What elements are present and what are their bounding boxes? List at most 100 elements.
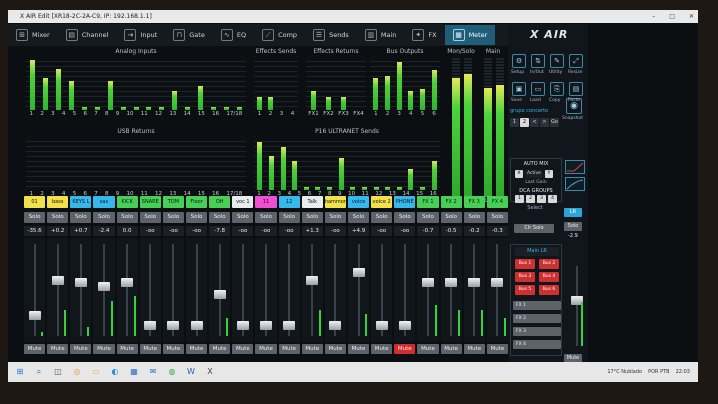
fx-send-4[interactable]: FX 4 [513,340,561,349]
windows-icon[interactable]: ⊞ [13,365,27,379]
channel-name-19[interactable]: FX 2 [440,196,462,208]
utility-icon[interactable]: ✎ [550,54,564,68]
mute-button[interactable]: Mute [394,344,416,354]
paste-icon[interactable]: ▤ [569,82,583,96]
solo-button[interactable]: Solo [278,212,300,223]
fader-cap[interactable] [468,277,481,287]
fader-cap[interactable] [306,275,319,285]
tab-channel[interactable]: ▤ Channel [58,25,117,45]
solo-button[interactable]: Solo [24,212,46,223]
bus-button-1[interactable]: Bus 1 [515,259,535,269]
last-gain-toggle[interactable]: Last Gain [517,179,555,187]
main-lr-select[interactable]: LR [564,208,582,217]
maximize-button[interactable]: □ [669,10,675,23]
solo-button[interactable]: Solo [209,212,231,223]
mute-button[interactable]: Mute [232,344,254,354]
dca-button-1[interactable]: 1 [515,195,524,203]
mute-button[interactable]: Mute [301,344,323,354]
mute-button[interactable]: Mute [70,344,92,354]
mute-button[interactable]: Mute [486,344,508,354]
solo-button[interactable]: Solo [301,212,323,223]
fx-send-3[interactable]: FX 3 [513,327,561,336]
snapshot-btn-4[interactable]: > [540,118,549,127]
tab-main[interactable]: ▥ Main [357,25,405,45]
chrome-icon[interactable]: ◎ [70,365,84,379]
tab-gate[interactable]: ⊓ Gate [165,25,213,45]
solo-button[interactable]: Solo [116,212,138,223]
files-icon[interactable]: ▭ [89,365,103,379]
setup-icon[interactable]: ⚙ [512,54,526,68]
mute-button[interactable]: Mute [185,344,208,354]
minimize-button[interactable]: – [652,10,655,23]
fader-cap[interactable] [190,321,203,331]
channel-name-4[interactable]: sax [93,196,115,208]
solo-button[interactable]: Solo [463,212,485,223]
mute-button[interactable]: Mute [209,344,231,354]
tab-meter[interactable]: ▦ Meter [444,25,496,45]
channel-name-6[interactable]: SNARE [139,196,161,208]
channel-name-5[interactable]: KICK [116,196,138,208]
channel-name-17[interactable]: PHONE [394,196,416,208]
solo-button[interactable]: Solo [347,212,370,223]
dca-button-4[interactable]: 4 [548,195,557,203]
bus-button-3[interactable]: Bus 3 [515,272,535,282]
store-icon[interactable]: ▦ [127,365,141,379]
bus-button-6[interactable]: Bus 6 [539,285,559,295]
mute-button[interactable]: Mute [255,344,277,354]
bus-button-2[interactable]: Bus 2 [539,259,559,269]
snapshot-btn-2[interactable]: 2 [520,118,529,127]
edge-icon[interactable]: ◐ [108,365,122,379]
solo-button[interactable]: Solo [371,212,393,223]
channel-name-11[interactable]: 11 [255,196,277,208]
channel-name-13[interactable]: Talk [301,196,323,208]
resize-icon[interactable]: ⤢ [569,54,583,68]
channel-name-21[interactable]: FX 4 [486,196,508,208]
mute-button[interactable]: Mute [93,344,115,354]
solo-button[interactable]: Solo [70,212,92,223]
channel-name-8[interactable]: Floor [185,196,208,208]
fader-cap[interactable] [213,290,226,300]
main-solo-button[interactable]: Solo [564,222,582,231]
solo-button[interactable]: Solo [486,212,508,223]
mute-button[interactable]: Mute [347,344,370,354]
solo-button[interactable]: Solo [185,212,208,223]
load-icon[interactable]: ▭ [531,82,545,96]
solo-button[interactable]: Solo [417,212,439,223]
dca-button-2[interactable]: 2 [526,195,535,203]
mute-button[interactable]: Mute [324,344,346,354]
tab-mixer[interactable]: ⊞ Mixer [8,25,58,45]
mail-icon[interactable]: ✉ [146,365,160,379]
bus-button-5[interactable]: Bus 5 [515,285,535,295]
solo-button[interactable]: Solo [440,212,462,223]
tab-sends[interactable]: ☰ Sends [305,25,357,45]
solo-button[interactable]: Solo [47,212,69,223]
routing-icon[interactable]: ⇅ [531,54,545,68]
fader-cap[interactable] [121,277,134,287]
fx-send-2[interactable]: FX 2 [513,314,561,323]
channel-name-2[interactable]: bass [47,196,69,208]
fader-cap[interactable] [491,277,504,287]
mute-button[interactable]: Mute [139,344,161,354]
fader-cap[interactable] [51,275,64,285]
mute-button[interactable]: Mute [278,344,300,354]
fader-cap[interactable] [28,311,41,321]
mute-button[interactable]: Mute [417,344,439,354]
tab-input[interactable]: ⇥ Input [116,25,165,45]
xair-icon[interactable]: X [203,365,217,379]
save-icon[interactable]: ▣ [512,82,526,96]
snapshot-btn-3[interactable]: < [530,118,539,127]
weather-widget[interactable]: 17°C Nublado [607,369,642,375]
mute-button[interactable]: Mute [162,344,184,354]
language-indicator[interactable]: POR PTB [648,369,670,375]
automix-x-button[interactable]: X [515,170,523,178]
channel-name-16[interactable]: voice 2 [371,196,393,208]
fader-cap[interactable] [445,277,458,287]
task-view-icon[interactable]: ◫ [51,365,65,379]
word-icon[interactable]: W [184,365,198,379]
close-button[interactable]: ✕ [689,10,694,23]
fx-send-1[interactable]: FX 1 [513,301,561,310]
solo-button[interactable]: Solo [93,212,115,223]
fader-cap[interactable] [167,321,180,331]
channel-name-14[interactable]: hammond [324,196,346,208]
mute-button[interactable]: Mute [463,344,485,354]
